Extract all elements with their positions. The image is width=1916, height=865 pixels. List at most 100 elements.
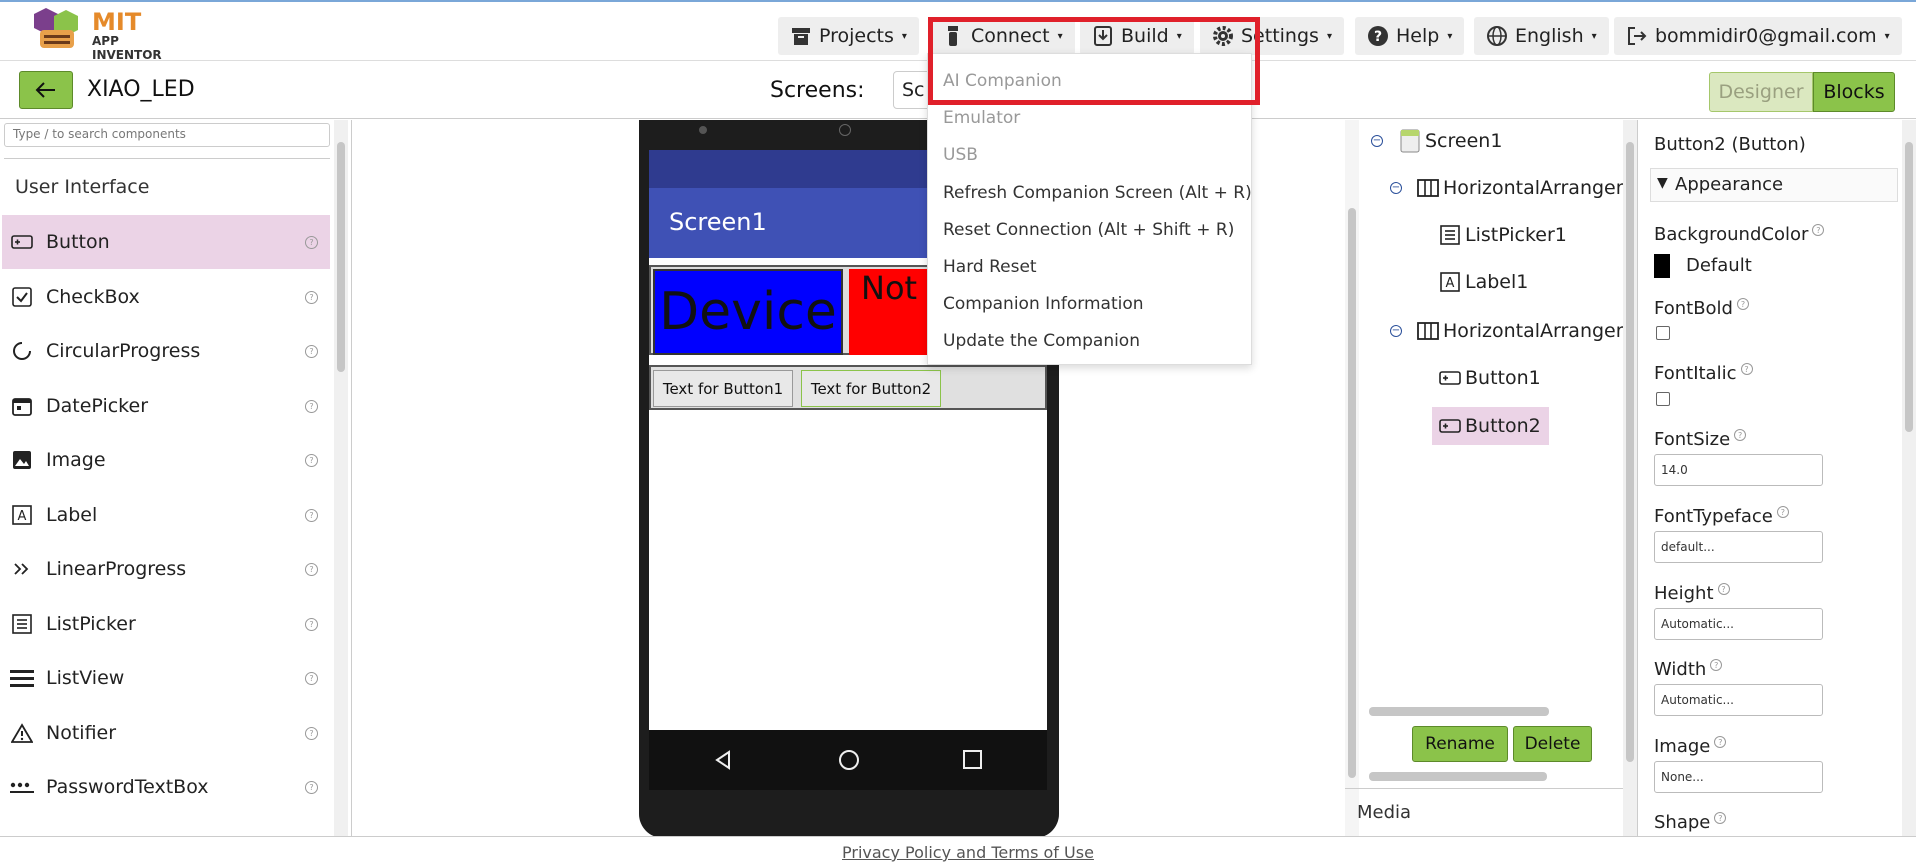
help-menu[interactable]: ? Help ▾ [1355, 17, 1465, 55]
help-icon[interactable]: ? [305, 562, 318, 576]
menu-item-reset-connection[interactable]: Reset Connection (Alt + Shift + R) [943, 220, 1234, 240]
collapse-icon[interactable]: − [1390, 325, 1402, 337]
fonttypeface-input[interactable]: default... [1654, 531, 1823, 563]
menu-item-update-companion[interactable]: Update the Companion [943, 331, 1140, 351]
help-icon[interactable]: ? [1736, 298, 1749, 310]
linear-progress-icon [10, 557, 34, 581]
media-header[interactable]: Media [1357, 802, 1411, 823]
caret-down-icon: ▾ [1447, 30, 1453, 42]
help-icon[interactable]: ? [305, 726, 318, 740]
back-button[interactable] [19, 71, 73, 109]
help-icon[interactable]: ? [1714, 812, 1727, 824]
menu-item-hard-reset[interactable]: Hard Reset [943, 257, 1037, 277]
tree-node-harr2[interactable]: HorizontalArrangem [1417, 320, 1634, 342]
menu-item-ai-companion[interactable]: AI Companion [943, 71, 1062, 91]
phone-button2[interactable]: Text for Button2 [801, 370, 941, 407]
help-icon[interactable]: ? [1710, 659, 1723, 671]
rename-button[interactable]: Rename [1412, 726, 1508, 762]
help-icon[interactable]: ? [1740, 363, 1753, 375]
prop-backgroundcolor-value[interactable]: Default [1686, 255, 1752, 276]
height-input[interactable]: Automatic... [1654, 608, 1823, 640]
fontbold-checkbox[interactable] [1656, 326, 1670, 340]
list-view-icon [10, 666, 34, 690]
prop-fontbold-label: FontBold? [1654, 298, 1749, 319]
palette-item-datepicker[interactable]: DatePicker ? [2, 379, 330, 433]
collapse-icon[interactable]: − [1371, 135, 1383, 147]
horizontal-arrangement-icon [1417, 177, 1439, 199]
help-icon[interactable]: ? [305, 780, 318, 794]
tree-label: HorizontalArrangem [1443, 177, 1635, 199]
tree-node-label1[interactable]: A Label1 [1439, 271, 1528, 293]
caret-down-icon: ▾ [1884, 30, 1890, 42]
help-icon[interactable]: ? [305, 399, 318, 413]
tree-scrollbar[interactable] [1623, 120, 1637, 836]
tree-node-button2[interactable]: Button2 [1432, 407, 1549, 445]
help-icon[interactable]: ? [305, 671, 318, 685]
help-icon[interactable]: ? [1776, 506, 1789, 518]
help-icon[interactable]: ? [1812, 224, 1825, 236]
settings-menu[interactable]: Settings ▾ [1200, 17, 1344, 55]
delete-button[interactable]: Delete [1513, 726, 1592, 762]
image-input[interactable]: None... [1654, 761, 1823, 793]
language-menu[interactable]: English ▾ [1474, 17, 1609, 55]
menu-item-usb[interactable]: USB [943, 145, 978, 165]
projects-menu[interactable]: Projects ▾ [778, 17, 919, 55]
component-search-input[interactable]: Type / to search components [4, 123, 330, 147]
palette-item-linearprogress[interactable]: LinearProgress ? [2, 542, 330, 596]
scrollbar-thumb[interactable] [1626, 142, 1634, 762]
palette-scrollbar[interactable] [334, 120, 348, 836]
menu-item-companion-information[interactable]: Companion Information [943, 294, 1144, 314]
palette-item-listview[interactable]: ListView ? [2, 651, 330, 705]
tree-node-screen1[interactable]: Screen1 [1399, 129, 1502, 153]
help-icon[interactable]: ? [1717, 583, 1730, 595]
help-icon[interactable]: ? [1714, 736, 1727, 748]
palette-item-checkbox[interactable]: CheckBox ? [2, 270, 330, 324]
tree-hscrollbar[interactable] [1369, 707, 1549, 716]
appearance-section-header[interactable]: ▼ Appearance [1650, 168, 1898, 202]
scrollbar-thumb[interactable] [337, 142, 345, 372]
help-icon[interactable]: ? [1734, 429, 1747, 441]
properties-scrollbar[interactable] [1902, 120, 1916, 836]
category-user-interface[interactable]: User Interface [15, 176, 149, 198]
settings-label: Settings [1241, 25, 1319, 47]
palette-item-label[interactable]: A Label ? [2, 488, 330, 542]
build-menu[interactable]: Build ▾ [1080, 17, 1194, 55]
help-icon[interactable]: ? [305, 344, 318, 358]
tree-node-listpicker1[interactable]: ListPicker1 [1439, 224, 1567, 246]
palette-item-circularprogress[interactable]: CircularProgress ? [2, 324, 330, 378]
palette-item-listpicker[interactable]: ListPicker ? [2, 597, 330, 651]
tree-node-harr1[interactable]: HorizontalArrangem [1417, 177, 1634, 199]
color-swatch[interactable] [1654, 254, 1670, 278]
account-menu[interactable]: bommidir0@gmail.com ▾ [1614, 17, 1902, 55]
menu-item-refresh-companion[interactable]: Refresh Companion Screen (Alt + R) [943, 183, 1252, 203]
fontsize-input[interactable]: 14.0 [1654, 454, 1823, 486]
connect-menu[interactable]: Connect ▾ [930, 17, 1075, 55]
palette-item-notifier[interactable]: Notifier ? [2, 706, 330, 760]
help-icon[interactable]: ? [305, 290, 318, 304]
tree-hscrollbar-2[interactable] [1369, 772, 1547, 781]
palette-item-image[interactable]: Image ? [2, 433, 330, 487]
width-input[interactable]: Automatic... [1654, 684, 1823, 716]
menu-item-emulator[interactable]: Emulator [943, 108, 1020, 128]
horizontal-arrangement-2[interactable]: Text for Button1 Text for Button2 [649, 365, 1047, 410]
tree-node-button1[interactable]: Button1 [1439, 367, 1541, 389]
phone-button1[interactable]: Text for Button1 [653, 370, 793, 407]
help-icon[interactable]: ? [305, 453, 318, 467]
properties-panel: Button2 (Button) ▼ Appearance Background… [1638, 120, 1916, 836]
logo-icon [34, 8, 78, 48]
palette-item-button[interactable]: Button ? [2, 215, 330, 269]
app-logo[interactable]: MIT APP INVENTOR [30, 6, 190, 62]
collapse-icon[interactable]: − [1390, 182, 1402, 194]
help-icon[interactable]: ? [305, 235, 318, 249]
blocks-toggle[interactable]: Blocks [1813, 72, 1895, 112]
palette-item-passwordtextbox[interactable]: PasswordTextBox ? [2, 760, 330, 814]
scrollbar-thumb[interactable] [1905, 142, 1913, 432]
device-listpicker[interactable]: Device [653, 269, 843, 355]
fontitalic-checkbox[interactable] [1656, 392, 1670, 406]
help-icon[interactable]: ? [305, 508, 318, 522]
designer-toggle[interactable]: Designer [1709, 72, 1813, 112]
palette-item-label: Image [46, 449, 106, 471]
help-icon[interactable]: ? [305, 617, 318, 631]
top-navbar: MIT APP INVENTOR Projects ▾ Connect ▾ Buil… [0, 0, 1916, 62]
privacy-policy-link[interactable]: Privacy Policy and Terms of Use [842, 843, 1094, 862]
